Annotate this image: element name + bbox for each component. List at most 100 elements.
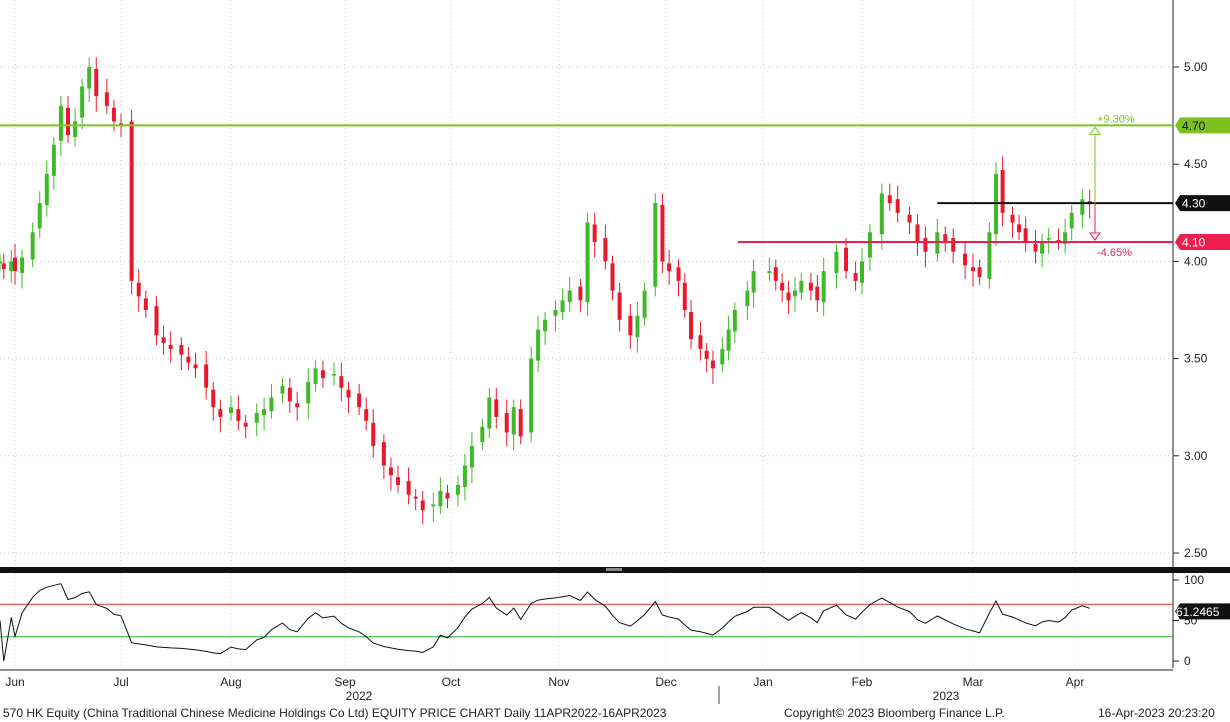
candle-body: [844, 247, 849, 272]
candle-body: [236, 409, 241, 421]
candle-body: [313, 368, 318, 384]
candle-body: [567, 290, 572, 303]
candle-body: [364, 409, 369, 421]
candle-body: [388, 467, 393, 476]
candle-body: [536, 329, 541, 361]
candle-body: [660, 205, 665, 262]
month-tick-label: Aug: [220, 675, 241, 689]
candle-body: [834, 251, 839, 274]
month-tick-label: Sep: [334, 675, 356, 689]
candle-body: [420, 500, 425, 511]
chart-root: 5.00 4.50 4.00 3.50 3.00 2.50 +9.30% -4.65% 4.70…: [0, 0, 1230, 722]
candle-body: [653, 203, 658, 287]
footer-chart-description: 570 HK Equity (China Traditional Chinese…: [3, 706, 667, 720]
candle-body: [104, 92, 109, 106]
candle-body: [193, 364, 198, 369]
candle-body: [487, 397, 492, 429]
candle-body: [306, 381, 311, 404]
candle-body: [1023, 228, 1028, 242]
candle-body: [977, 267, 982, 277]
candle-body: [37, 203, 42, 229]
candle-body: [667, 263, 672, 272]
candle-body: [179, 344, 184, 355]
price-tick-label: 3.00: [1184, 449, 1208, 463]
candle-body: [269, 397, 274, 412]
candle-body: [720, 348, 725, 365]
candle-body: [445, 492, 450, 499]
candle-body: [331, 374, 336, 376]
candle-body: [111, 107, 116, 122]
candle-body: [80, 86, 85, 118]
candle-body: [745, 290, 750, 307]
candle-body: [229, 407, 233, 414]
candle-body: [413, 496, 418, 499]
candle-body: [860, 261, 864, 283]
candle-body: [853, 273, 858, 281]
candle-body: [617, 292, 622, 320]
candle-body: [1010, 214, 1015, 223]
month-tick-label: Jul: [113, 675, 128, 689]
candle-body: [346, 389, 351, 398]
candle-body: [51, 144, 56, 176]
candle-body: [1040, 241, 1045, 254]
year-label-2023: 2023: [933, 689, 960, 703]
candle-body: [592, 224, 597, 242]
candle-body: [371, 422, 376, 447]
candle-body: [808, 282, 813, 291]
support-tag-label: 4.10: [1182, 235, 1206, 249]
current-price-tag-label: 4.30: [1182, 197, 1206, 211]
candle-body: [867, 232, 872, 258]
downside-change-label: -4.65%: [1097, 247, 1132, 259]
candle-body: [895, 199, 900, 213]
price-tick-label: 3.50: [1184, 352, 1208, 366]
candle-body: [943, 234, 948, 242]
candle-body: [381, 442, 386, 466]
footer-copyright: Copyright© 2023 Bloomberg Finance L.P.: [784, 706, 1005, 720]
candle-body: [915, 224, 920, 242]
candle-body: [280, 385, 285, 394]
candle-body: [923, 238, 928, 252]
candle-body: [879, 193, 884, 235]
candle-body: [682, 282, 687, 310]
candle-body: [704, 350, 709, 359]
candle-body: [1, 263, 6, 270]
candle-body: [431, 504, 436, 507]
price-tick-label: 4.50: [1184, 157, 1208, 171]
resistance-tag-label: 4.70: [1182, 119, 1206, 133]
candle-body: [494, 399, 499, 417]
candle-body: [58, 105, 63, 141]
candle-body: [480, 426, 485, 443]
candle-body: [821, 271, 826, 303]
candle-body: [143, 298, 148, 310]
candle-body: [20, 257, 25, 274]
candle-body: [211, 389, 216, 408]
candle-body: [455, 484, 460, 495]
candle-body: [529, 358, 534, 433]
candle-body: [610, 263, 615, 291]
footer-timestamp: 16-Apr-2023 20:23:20: [1098, 706, 1215, 720]
candle-body: [732, 310, 737, 332]
rsi-last-tag-label: 61.2465: [1176, 605, 1220, 619]
upside-change-label: +9.30%: [1097, 113, 1135, 125]
candle-body: [635, 315, 640, 338]
candle-body: [767, 271, 772, 274]
candle-body: [698, 335, 703, 349]
month-tick-label: Jan: [753, 675, 772, 689]
candle-body: [560, 300, 565, 312]
candle-body: [951, 238, 956, 252]
candle-body: [511, 407, 516, 435]
candle-body: [154, 306, 159, 336]
candle-body: [1000, 170, 1005, 213]
candle-body: [1046, 238, 1051, 240]
footer-bar: 570 HK Equity (China Traditional Chinese…: [0, 704, 1230, 722]
month-tick-label: Feb: [852, 675, 873, 689]
candle-body: [396, 477, 400, 485]
candle-body: [462, 465, 467, 487]
candle-body: [971, 267, 975, 272]
candle-body: [726, 329, 731, 351]
candle-body: [87, 67, 92, 89]
candle-body: [218, 409, 223, 417]
candle-body: [710, 360, 715, 369]
candle-body: [773, 267, 778, 281]
candle-body: [73, 121, 78, 137]
